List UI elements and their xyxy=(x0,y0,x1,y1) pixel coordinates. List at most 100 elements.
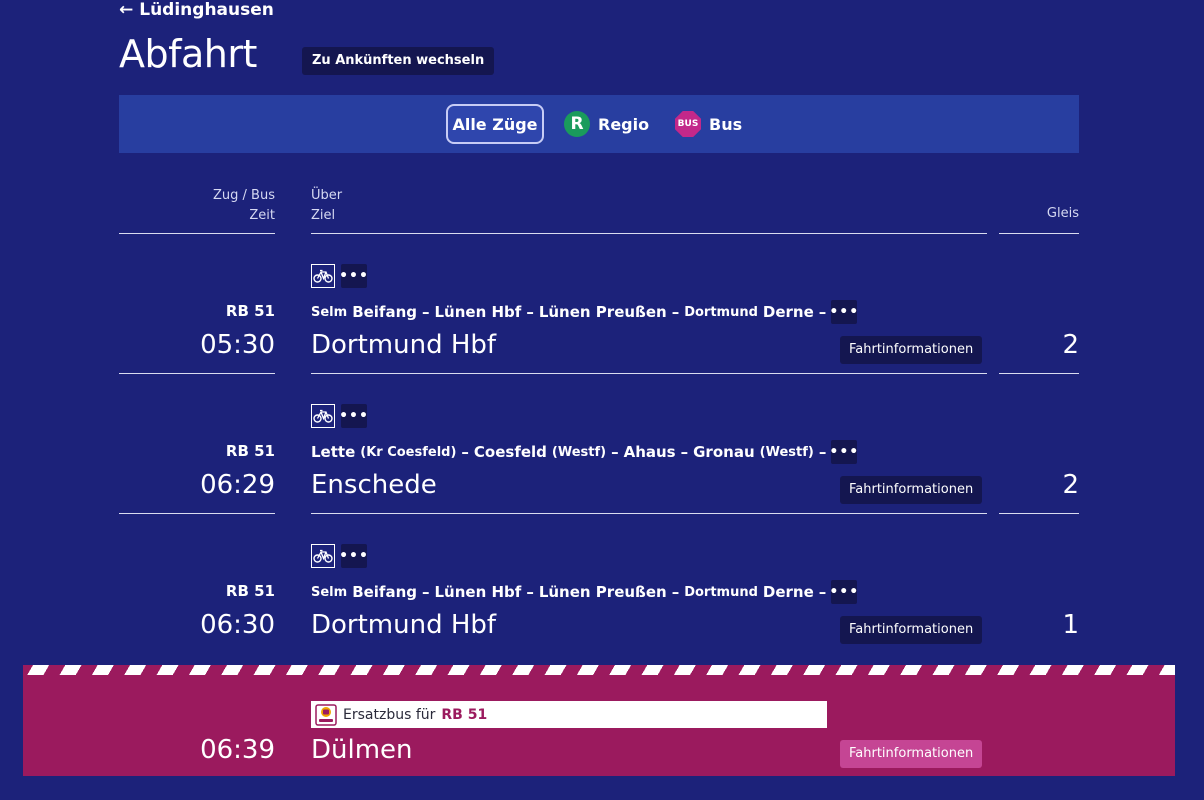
via-station: Selm xyxy=(311,584,348,600)
more-stations-button[interactable]: ••• xyxy=(829,440,858,464)
trip-info-button[interactable]: Fahrtinformationen xyxy=(840,740,983,768)
departure-time: 06:30 xyxy=(200,610,275,640)
divider xyxy=(311,373,987,374)
departure-row: ••• RB 51 Selm Beifang – Lünen Hbf – Lünen Preu… xyxy=(0,542,1204,682)
via-station: – xyxy=(680,443,689,461)
header-via: Über xyxy=(311,188,343,203)
via-station: Gronau xyxy=(693,443,755,461)
train-number: RB 51 xyxy=(225,442,275,460)
via-station: – xyxy=(671,583,680,601)
via-station: – xyxy=(526,303,534,321)
departure-time: 06:29 xyxy=(200,470,275,500)
train-number: RB 51 xyxy=(225,582,275,600)
via-station: Lünen Hbf xyxy=(434,583,522,601)
more-attributes-button[interactable]: ••• xyxy=(339,404,368,428)
header-via-destination: Über Ziel xyxy=(311,186,342,226)
construction-stripe xyxy=(23,665,1175,675)
filter-bar: Alle Züge R Regio BUS Bus xyxy=(119,95,1079,153)
platform-number: 1 xyxy=(1062,610,1079,640)
via-station: Coesfeld xyxy=(473,443,547,461)
via-station: – xyxy=(461,443,469,461)
divider xyxy=(311,513,987,514)
header-train-time: Zug / Bus Zeit xyxy=(119,186,275,226)
bicycle-icon xyxy=(311,544,335,568)
replacement-bus-icon xyxy=(315,703,337,726)
destination: Dortmund Hbf xyxy=(311,610,497,640)
more-attributes-button[interactable]: ••• xyxy=(339,544,368,568)
replacement-bus-row: Ersatzbus für RB 51 06:39 Dülmen Fahrtin… xyxy=(23,665,1175,776)
via-station: – xyxy=(818,443,827,461)
via-stations: Selm Beifang – Lünen Hbf – Lünen Preußen – Dort… xyxy=(311,580,858,604)
divider xyxy=(999,233,1079,234)
header-time: Zeit xyxy=(249,208,275,223)
via-stations: Lette (Kr Coesfeld) – Coesfeld (Westf) – Ahaus… xyxy=(311,440,858,464)
bicycle-icon xyxy=(311,404,335,428)
more-attributes-button[interactable]: ••• xyxy=(339,264,368,288)
via-station: Ahaus xyxy=(623,443,676,461)
via-station: – xyxy=(422,303,430,321)
trip-info-button[interactable]: Fahrtinformationen xyxy=(840,616,983,644)
via-station: Derne xyxy=(762,583,814,601)
divider xyxy=(311,233,987,234)
arrow-left-icon: ← xyxy=(119,0,134,20)
via-stations: Selm Beifang – Lünen Hbf – Lünen Preußen – Dort… xyxy=(311,300,858,324)
via-station: Derne xyxy=(762,303,814,321)
replacement-notice-prefix: Ersatzbus für xyxy=(343,706,436,723)
via-station: Selm xyxy=(311,304,348,320)
via-station: Lünen Preußen xyxy=(538,303,667,321)
divider xyxy=(119,513,275,514)
replacement-bus-notice: Ersatzbus für RB 51 xyxy=(311,701,827,728)
via-station: – xyxy=(526,583,534,601)
switch-to-arrivals-button[interactable]: Zu Ankünften wechseln xyxy=(302,47,495,75)
destination: Enschede xyxy=(311,470,437,500)
bus-icon: BUS xyxy=(675,111,701,137)
via-station: – xyxy=(818,583,827,601)
header-train-bus: Zug / Bus xyxy=(213,188,275,203)
more-stations-button[interactable]: ••• xyxy=(829,580,858,604)
divider xyxy=(119,373,275,374)
destination: Dortmund Hbf xyxy=(311,330,497,360)
filter-all-trains[interactable]: Alle Züge xyxy=(446,104,544,144)
via-station: Dortmund xyxy=(684,584,758,600)
via-station: (Westf) xyxy=(759,444,814,460)
more-stations-button[interactable]: ••• xyxy=(829,300,858,324)
filter-regio-label: Regio xyxy=(598,114,650,134)
via-station: (Westf) xyxy=(551,444,607,460)
divider xyxy=(999,373,1079,374)
back-link-label: Lüdinghausen xyxy=(139,0,274,20)
via-station: – xyxy=(422,583,430,601)
platform-number: 2 xyxy=(1062,470,1079,500)
trip-info-button[interactable]: Fahrtinformationen xyxy=(840,476,983,504)
departure-time: 05:30 xyxy=(200,330,275,360)
trip-info-button[interactable]: Fahrtinformationen xyxy=(840,336,983,364)
bicycle-icon xyxy=(311,264,335,288)
header-platform: Gleis xyxy=(1046,206,1079,221)
filter-regio[interactable]: R Regio xyxy=(564,104,649,144)
platform-number: 2 xyxy=(1062,330,1079,360)
via-station: – xyxy=(671,303,680,321)
train-number: RB 51 xyxy=(225,302,275,320)
back-link[interactable]: ← Lüdinghausen xyxy=(119,0,274,20)
via-station: Dortmund xyxy=(684,304,758,320)
via-station: Beifang xyxy=(352,583,417,601)
via-station: Lette xyxy=(311,443,356,461)
via-station: (Kr Coesfeld) xyxy=(360,444,457,460)
departure-time: 06:39 xyxy=(200,735,275,765)
divider xyxy=(119,233,275,234)
header-destination: Ziel xyxy=(311,208,336,223)
destination: Dülmen xyxy=(311,735,413,765)
filter-all-label: Alle Züge xyxy=(452,114,538,134)
filter-bus[interactable]: BUS Bus xyxy=(675,104,742,144)
regio-icon: R xyxy=(564,111,590,137)
via-station: Beifang xyxy=(352,303,417,321)
filter-bus-label: Bus xyxy=(709,114,743,134)
departure-row: ••• RB 51 Selm Beifang – Lünen Hbf – Lünen Preu… xyxy=(0,262,1204,402)
replacement-notice-train: RB 51 xyxy=(441,706,488,723)
via-station: Lünen Preußen xyxy=(538,583,667,601)
departure-row: ••• RB 51 Lette (Kr Coesfeld) – Coesfeld (West… xyxy=(0,402,1204,542)
via-station: – xyxy=(818,303,827,321)
via-station: Lünen Hbf xyxy=(434,303,522,321)
page-title: Abfahrt xyxy=(119,32,257,76)
divider xyxy=(999,513,1079,514)
via-station: – xyxy=(611,443,619,461)
